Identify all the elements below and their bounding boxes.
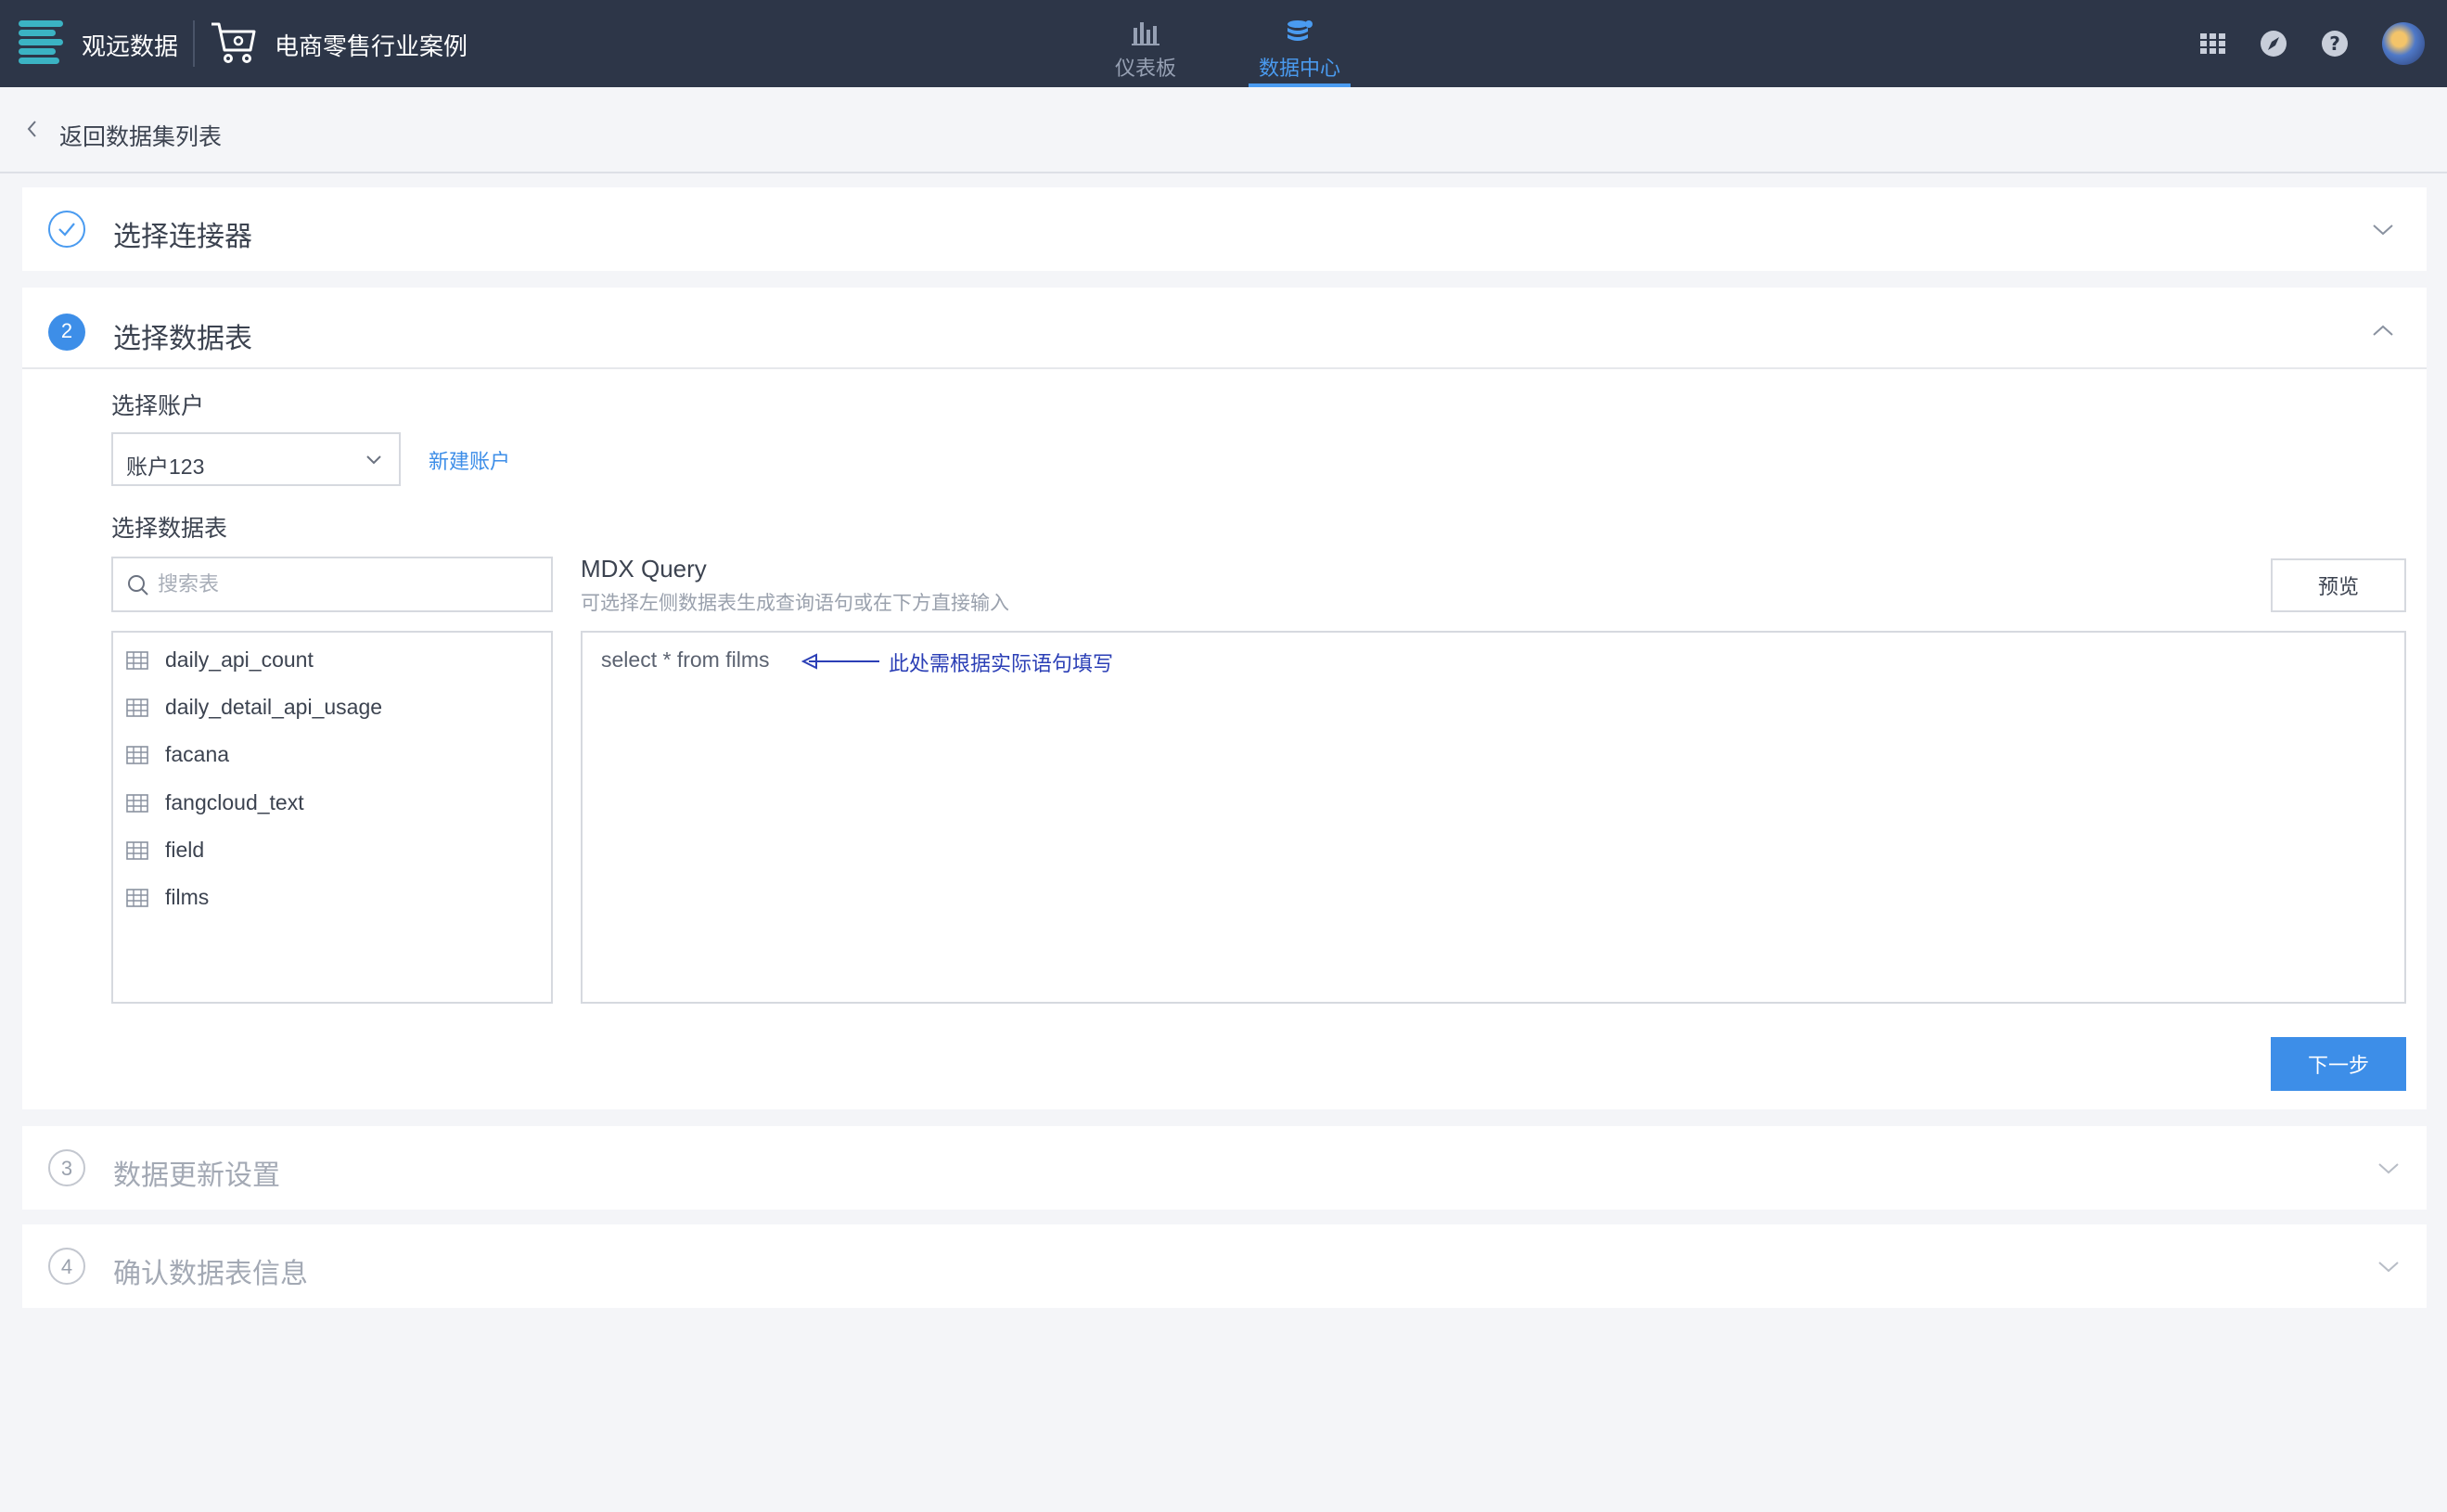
table-icon bbox=[126, 698, 148, 717]
project-name[interactable]: 电商零售行业案例 bbox=[275, 28, 468, 62]
top-nav-bar: 观远数据 电商零售行业案例 仪表板 数据中心 ? bbox=[0, 0, 2447, 87]
chevron-left-icon[interactable] bbox=[24, 119, 41, 139]
brand-name: 观远数据 bbox=[82, 32, 179, 60]
table-icon bbox=[126, 651, 148, 670]
step-4-card[interactable]: 4 确认数据表信息 bbox=[22, 1224, 2427, 1308]
tab-data-center[interactable]: 数据中心 bbox=[1249, 0, 1351, 87]
apps-grid-icon[interactable] bbox=[2197, 28, 2228, 59]
step-4-title: 确认数据表信息 bbox=[113, 1259, 308, 1289]
divider bbox=[22, 367, 2427, 369]
shopping-cart-icon bbox=[211, 22, 256, 63]
compass-icon[interactable] bbox=[2258, 28, 2289, 59]
new-account-link[interactable]: 新建账户 bbox=[429, 445, 510, 475]
list-item[interactable]: facana bbox=[126, 740, 534, 772]
arrow-left-icon bbox=[801, 653, 879, 670]
logo-icon[interactable] bbox=[19, 20, 63, 67]
table-name: films bbox=[165, 885, 210, 909]
list-item[interactable]: daily_detail_api_usage bbox=[126, 693, 534, 724]
avatar[interactable] bbox=[2382, 22, 2425, 65]
table-icon bbox=[126, 841, 148, 860]
table-icon bbox=[126, 794, 148, 813]
database-icon bbox=[1288, 20, 1313, 41]
table-name: fangcloud_text bbox=[165, 790, 304, 814]
back-bar: 返回数据集列表 bbox=[0, 87, 2447, 173]
tab-data-center-label: 数据中心 bbox=[1258, 57, 1340, 80]
annotation-note: 此处需根据实际语句填写 bbox=[889, 652, 1114, 675]
chevron-down-icon[interactable] bbox=[2377, 1161, 2401, 1176]
account-select[interactable]: 账户123 bbox=[111, 432, 401, 486]
table-list: daily_api_count daily_detail_api_usage f… bbox=[111, 631, 553, 1004]
step-3-title: 数据更新设置 bbox=[113, 1160, 280, 1191]
account-select-value: 账户123 bbox=[126, 455, 205, 479]
check-icon bbox=[48, 211, 85, 248]
mdx-query-title: MDX Query bbox=[581, 555, 707, 583]
table-name: daily_api_count bbox=[165, 647, 314, 672]
search-icon bbox=[128, 575, 148, 596]
bar-chart-icon bbox=[1132, 22, 1159, 45]
step-2-card: 2 选择数据表 选择账户 账户123 新建账户 选择数据表 daily_api_… bbox=[22, 288, 2427, 1109]
chevron-down-icon[interactable] bbox=[2371, 223, 2395, 237]
tab-dashboard[interactable]: 仪表板 bbox=[1104, 0, 1187, 87]
step-3-number: 3 bbox=[48, 1149, 85, 1186]
help-icon[interactable]: ? bbox=[2319, 28, 2351, 59]
back-to-dataset-list-link[interactable]: 返回数据集列表 bbox=[59, 119, 222, 152]
step-2-number: 2 bbox=[48, 314, 85, 351]
table-name: facana bbox=[165, 742, 230, 766]
table-name: daily_detail_api_usage bbox=[165, 695, 383, 719]
mdx-query-editor[interactable]: select * from films 此处需根据实际语句填写 bbox=[581, 631, 2406, 1004]
table-search-input[interactable] bbox=[158, 568, 538, 601]
list-item[interactable]: films bbox=[126, 883, 534, 915]
step-1-card[interactable]: 选择连接器 bbox=[22, 187, 2427, 271]
list-item[interactable]: fangcloud_text bbox=[126, 788, 534, 820]
svg-text:?: ? bbox=[2329, 32, 2340, 55]
chevron-down-icon bbox=[366, 455, 381, 465]
query-text: select * from films bbox=[601, 647, 770, 672]
step-1-title: 选择连接器 bbox=[113, 222, 252, 252]
table-icon bbox=[126, 746, 148, 764]
table-search-box[interactable] bbox=[111, 557, 553, 612]
preview-button[interactable]: 预览 bbox=[2271, 558, 2406, 612]
step-2-title: 选择数据表 bbox=[113, 324, 252, 354]
chevron-down-icon[interactable] bbox=[2377, 1260, 2401, 1275]
select-account-label: 选择账户 bbox=[111, 393, 205, 419]
table-icon bbox=[126, 889, 148, 907]
step-3-card[interactable]: 3 数据更新设置 bbox=[22, 1126, 2427, 1210]
select-table-label: 选择数据表 bbox=[111, 516, 228, 542]
divider bbox=[193, 20, 195, 67]
mdx-query-hint: 可选择左侧数据表生成查询语句或在下方直接输入 bbox=[581, 593, 1009, 614]
next-step-button[interactable]: 下一步 bbox=[2271, 1037, 2406, 1091]
list-item[interactable]: field bbox=[126, 836, 534, 867]
tab-dashboard-label: 仪表板 bbox=[1114, 57, 1176, 80]
table-name: field bbox=[165, 838, 205, 862]
step-4-number: 4 bbox=[48, 1248, 85, 1285]
list-item[interactable]: daily_api_count bbox=[126, 646, 534, 677]
chevron-up-icon[interactable] bbox=[2371, 323, 2395, 338]
